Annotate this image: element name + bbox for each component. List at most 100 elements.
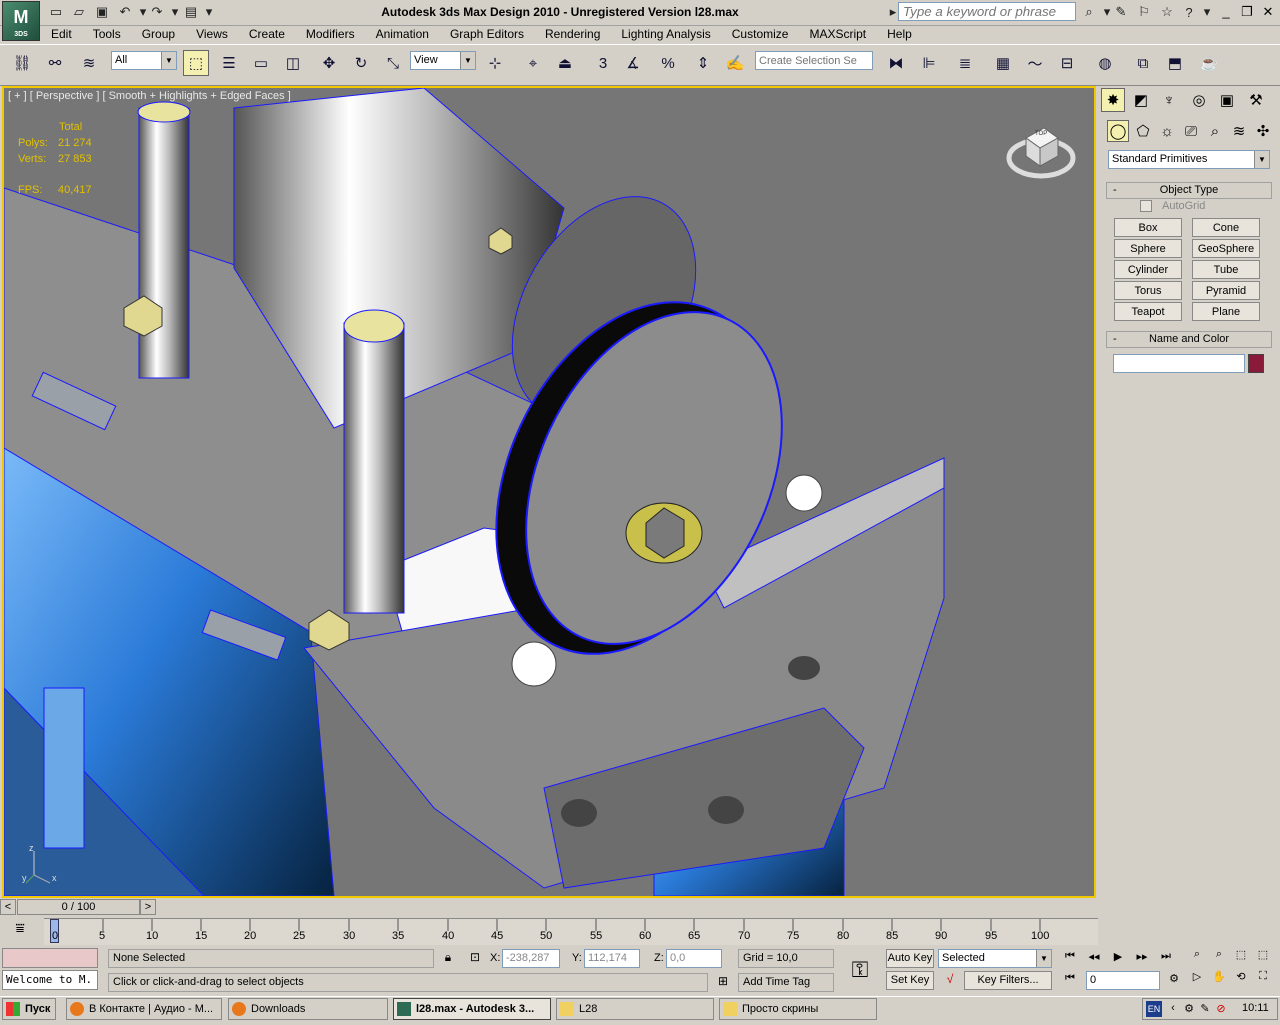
sphere-button[interactable]: Sphere <box>1114 239 1182 258</box>
auto-key-button[interactable]: Auto Key <box>886 949 934 968</box>
zoom-extents-icon[interactable]: ⬚ <box>1232 948 1250 966</box>
go-to-start-icon[interactable]: ⏮ <box>1060 950 1080 966</box>
absolute-mode-transform-icon[interactable]: ⊡ <box>466 950 484 967</box>
cameras-icon[interactable]: ⎚ <box>1180 120 1202 142</box>
add-time-tag[interactable]: Add Time Tag <box>738 973 834 992</box>
selection-lock-icon[interactable]: 🔒︎ <box>440 950 456 967</box>
cylinder-button[interactable]: Cylinder <box>1114 260 1182 279</box>
communication-center-icon[interactable]: ⚐ <box>1135 3 1153 21</box>
menu-tools[interactable]: Tools <box>82 26 131 44</box>
menu-edit[interactable]: Edit <box>40 26 82 44</box>
menu-views[interactable]: Views <box>185 26 238 44</box>
use-pivot-point-center-icon[interactable]: ⊹ <box>482 50 508 76</box>
taskbar-item-3dsmax[interactable]: l28.max - Autodesk 3... <box>393 998 551 1020</box>
angle-snap-toggle-icon[interactable]: ∡ <box>620 50 646 76</box>
favorites-star-icon[interactable]: ☆ <box>1158 3 1176 21</box>
menu-lighting-analysis[interactable]: Lighting Analysis <box>610 26 720 44</box>
z-coord-field[interactable]: 0,0 <box>666 949 722 968</box>
binoculars-icon[interactable]: ⌕ <box>1080 3 1098 21</box>
name-and-color-rollout-header[interactable]: - Name and Color <box>1106 331 1272 348</box>
space-warps-icon[interactable]: ≋ <box>1228 120 1250 142</box>
select-and-manipulate-icon[interactable]: ⌖ <box>520 50 546 76</box>
schematic-view-icon[interactable]: ⊟ <box>1054 50 1080 76</box>
set-key-button[interactable]: Set Key <box>886 971 934 990</box>
viewcube[interactable]: TOP <box>1006 120 1076 182</box>
rendered-frame-window-icon[interactable]: ⬒ <box>1162 50 1188 76</box>
redo-icon[interactable]: ↷ <box>148 3 166 21</box>
language-indicator[interactable]: EN <box>1146 1001 1162 1017</box>
maximize-viewport-icon[interactable]: ⛶ <box>1254 970 1272 988</box>
edit-named-selection-sets-icon[interactable]: ✍ <box>722 50 748 76</box>
previous-frame-icon[interactable]: ◂◂ <box>1084 950 1104 966</box>
render-production-icon[interactable]: ☕ <box>1196 50 1222 76</box>
box-button[interactable]: Box <box>1114 218 1182 237</box>
align-icon[interactable]: ⊫ <box>916 50 942 76</box>
application-logo-button[interactable]: M 3DS <box>2 1 40 41</box>
maxscript-mini-listener[interactable]: Welcome to M. <box>2 970 98 990</box>
menu-customize[interactable]: Customize <box>721 26 799 44</box>
start-button[interactable]: Пуск <box>2 998 56 1020</box>
torus-button[interactable]: Torus <box>1114 281 1182 300</box>
utilities-tab-icon[interactable]: ⚒ <box>1244 88 1268 112</box>
tray-network-icon[interactable]: ⚙ <box>1182 1002 1196 1016</box>
selection-filter-dropdown[interactable]: All ▼ <box>111 51 177 70</box>
menu-rendering[interactable]: Rendering <box>534 26 610 44</box>
rectangular-selection-region-icon[interactable]: ▭ <box>248 50 274 76</box>
play-icon[interactable]: ▶ <box>1108 950 1128 966</box>
time-configuration-icon[interactable]: ⚙ <box>1164 972 1184 988</box>
key-filters-button[interactable]: Key Filters... <box>964 971 1052 990</box>
material-editor-icon[interactable]: ◍ <box>1092 50 1118 76</box>
autogrid-checkbox[interactable] <box>1140 200 1152 212</box>
select-and-scale-icon[interactable]: ⤡ <box>380 50 406 76</box>
taskbar-item-folder-screens[interactable]: Просто скрины <box>719 998 877 1020</box>
zoom-icon[interactable]: ⌕ <box>1188 948 1206 966</box>
spinner-snap-toggle-icon[interactable]: ⇕ <box>690 50 716 76</box>
taskbar-item-folder-l28[interactable]: L28 <box>556 998 714 1020</box>
taskbar-item-firefox-vk[interactable]: В Контакте | Аудио - М... <box>66 998 222 1020</box>
field-of-view-icon[interactable]: ▷ <box>1188 970 1206 988</box>
open-file-icon[interactable]: ▱ <box>70 3 88 21</box>
menu-modifiers[interactable]: Modifiers <box>295 26 365 44</box>
percent-snap-toggle-icon[interactable]: % <box>655 50 681 76</box>
y-coord-field[interactable]: 112,174 <box>584 949 640 968</box>
unlink-selection-icon[interactable]: ⚯ <box>42 50 68 76</box>
orbit-icon[interactable]: ⟲ <box>1232 970 1250 988</box>
select-and-rotate-icon[interactable]: ↻ <box>348 50 374 76</box>
keyboard-shortcut-override-icon[interactable]: ⏏ <box>552 50 578 76</box>
mini-curve-editor-icon[interactable]: ⩸ <box>8 920 32 942</box>
key-mode-toggle-icon[interactable]: ⏮ <box>1060 972 1080 988</box>
teapot-button[interactable]: Teapot <box>1114 302 1182 321</box>
help-dropdown-icon[interactable]: ▾ <box>1198 3 1216 21</box>
new-file-icon[interactable]: ▭ <box>47 3 65 21</box>
tray-volume-icon[interactable]: ✎ <box>1198 1002 1212 1016</box>
lights-icon[interactable]: ☼ <box>1156 120 1178 142</box>
mirror-icon[interactable]: ⧓ <box>883 50 909 76</box>
key-mode-dropdown[interactable]: Selected ▼ <box>938 949 1052 968</box>
tray-arrow-icon[interactable]: ‹ <box>1166 1002 1180 1016</box>
menu-create[interactable]: Create <box>238 26 295 44</box>
plane-button[interactable]: Plane <box>1192 302 1260 321</box>
menu-group[interactable]: Group <box>131 26 185 44</box>
geosphere-button[interactable]: GeoSphere <box>1192 239 1260 258</box>
zoom-extents-all-icon[interactable]: ⬚ <box>1254 948 1272 966</box>
save-file-icon[interactable]: ▣ <box>93 3 111 21</box>
curve-editor-icon[interactable]: 〜 <box>1022 50 1048 76</box>
layer-manager-icon[interactable]: ≣ <box>952 50 978 76</box>
select-by-name-icon[interactable]: ☰ <box>216 50 242 76</box>
taskbar-item-downloads[interactable]: Downloads <box>228 998 388 1020</box>
named-selection-sets-input[interactable] <box>755 51 873 70</box>
minimize-icon[interactable]: _ <box>1216 3 1236 21</box>
zoom-all-icon[interactable]: ⌕ <box>1210 948 1228 966</box>
display-tab-icon[interactable]: ▣ <box>1215 88 1239 112</box>
shapes-icon[interactable]: ⬠ <box>1132 120 1154 142</box>
menu-animation[interactable]: Animation <box>365 26 439 44</box>
modify-tab-icon[interactable]: ◩ <box>1129 88 1153 112</box>
maxscript-mini-listener-top[interactable] <box>2 948 98 968</box>
tube-button[interactable]: Tube <box>1192 260 1260 279</box>
helpers-icon[interactable]: ⌕ <box>1204 120 1226 142</box>
menu-maxscript[interactable]: MAXScript <box>798 26 876 44</box>
object-color-swatch[interactable] <box>1248 354 1264 373</box>
snaps-toggle-icon[interactable]: 3 <box>590 50 616 76</box>
hierarchy-tab-icon[interactable]: ♆ <box>1157 88 1181 112</box>
graphite-modeling-tools-icon[interactable]: ▦ <box>990 50 1016 76</box>
